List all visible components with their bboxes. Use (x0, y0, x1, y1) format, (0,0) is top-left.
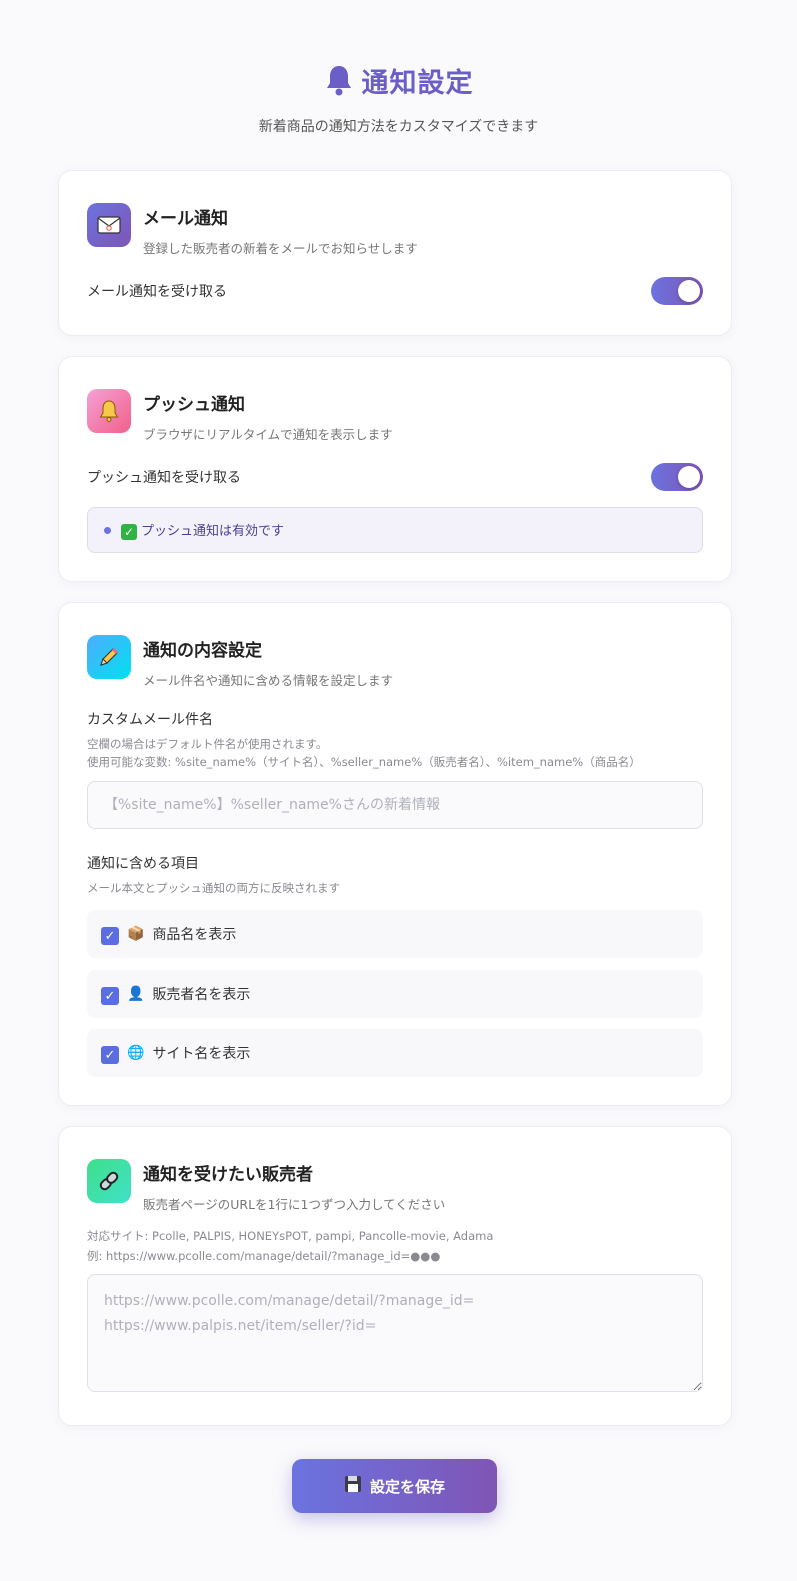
card-title: メール通知 (143, 209, 228, 229)
include-items-help: メール本文とプッシュ通知の両方に反映されます (87, 881, 340, 895)
globe-icon: 🌐 (127, 1045, 145, 1061)
email-toggle-row: メール通知を受け取る (87, 277, 703, 305)
card-header: 通知を受けたい販売者 販売者ページのURLを1行に1つずつ入力してください (87, 1159, 445, 1213)
push-status-text: ✓ プッシュ通知は有効です (121, 520, 284, 540)
person-icon: 👤 (127, 986, 145, 1002)
card-title: プッシュ通知 (143, 395, 245, 415)
item-name-checkbox[interactable]: ✓ (101, 927, 119, 945)
card-description: 販売者ページのURLを1行に1つずつ入力してください (143, 1197, 446, 1212)
check-label: 販売者名を表示 (152, 987, 251, 1003)
push-toggle-label: プッシュ通知を受け取る (87, 470, 241, 486)
push-toggle-switch[interactable] (651, 463, 703, 491)
seller-name-checkbox[interactable]: ✓ (101, 987, 119, 1005)
email-notification-card: メール通知 登録した販売者の新着をメールでお知らせします メール通知を受け取る (58, 170, 732, 336)
subject-help-2: 使用可能な変数: %site_name%（サイト名）、%seller_name%… (87, 755, 641, 769)
example-url-help: 例: https://www.pcolle.com/manage/detail/… (87, 1249, 441, 1263)
package-icon: 📦 (127, 926, 145, 942)
toggle-knob (678, 466, 700, 488)
bell-icon (87, 389, 131, 433)
include-site-name[interactable]: ✓ 🌐 サイト名を表示 (87, 1029, 703, 1077)
subject-label: カスタムメール件名 (87, 712, 213, 728)
site-name-checkbox[interactable]: ✓ (101, 1046, 119, 1064)
seller-urls-textarea[interactable] (87, 1274, 703, 1392)
envelope-icon (87, 203, 131, 247)
seller-list-card: 通知を受けたい販売者 販売者ページのURLを1行に1つずつ入力してください 対応… (58, 1126, 732, 1426)
status-dot-icon (104, 526, 111, 534)
check-label: サイト名を表示 (152, 1046, 251, 1062)
card-header: 通知の内容設定 メール件名や通知に含める情報を設定します (87, 635, 393, 689)
subject-help-1: 空欄の場合はデフォルト件名が使用されます。 (87, 737, 328, 751)
push-status-box: ✓ プッシュ通知は有効です (87, 507, 703, 553)
content-settings-card: 通知の内容設定 メール件名や通知に含める情報を設定します カスタムメール件名 空… (58, 602, 732, 1106)
pencil-icon (87, 635, 131, 679)
floppy-disk-icon (344, 1475, 362, 1497)
page-header: 通知設定 新着商品の通知方法をカスタマイズできます (0, 60, 797, 136)
email-toggle-label: メール通知を受け取る (87, 284, 227, 300)
card-description: 登録した販売者の新着をメールでお知らせします (143, 241, 418, 256)
page-title: 通知設定 (361, 67, 474, 99)
push-toggle-row: プッシュ通知を受け取る (87, 463, 703, 491)
save-button-label: 設定を保存 (369, 1477, 445, 1496)
email-toggle-switch[interactable] (651, 277, 703, 305)
toggle-knob (678, 280, 700, 302)
email-subject-input[interactable] (87, 781, 703, 829)
page-subtitle: 新着商品の通知方法をカスタマイズできます (258, 119, 539, 135)
include-seller-name[interactable]: ✓ 👤 販売者名を表示 (87, 970, 703, 1018)
link-icon (87, 1159, 131, 1203)
title-row: 通知設定 (0, 60, 797, 100)
include-items-label: 通知に含める項目 (87, 856, 199, 872)
check-mark-icon: ✓ (121, 523, 137, 540)
include-item-name[interactable]: ✓ 📦 商品名を表示 (87, 910, 703, 958)
card-title: 通知を受けたい販売者 (143, 1165, 313, 1185)
save-settings-button[interactable]: 設定を保存 (292, 1459, 497, 1513)
card-header: プッシュ通知 ブラウザにリアルタイムで通知を表示します (87, 389, 393, 443)
card-description: ブラウザにリアルタイムで通知を表示します (143, 427, 393, 442)
bell-icon (326, 66, 351, 96)
card-title: 通知の内容設定 (143, 641, 262, 661)
check-label: 商品名を表示 (152, 927, 237, 943)
push-notification-card: プッシュ通知 ブラウザにリアルタイムで通知を表示します プッシュ通知を受け取る … (58, 356, 732, 582)
supported-sites-help: 対応サイト: Pcolle, PALPIS, HONEYsPOT, pampi,… (87, 1229, 494, 1243)
card-description: メール件名や通知に含める情報を設定します (143, 673, 394, 688)
card-header: メール通知 登録した販売者の新着をメールでお知らせします (87, 203, 418, 257)
